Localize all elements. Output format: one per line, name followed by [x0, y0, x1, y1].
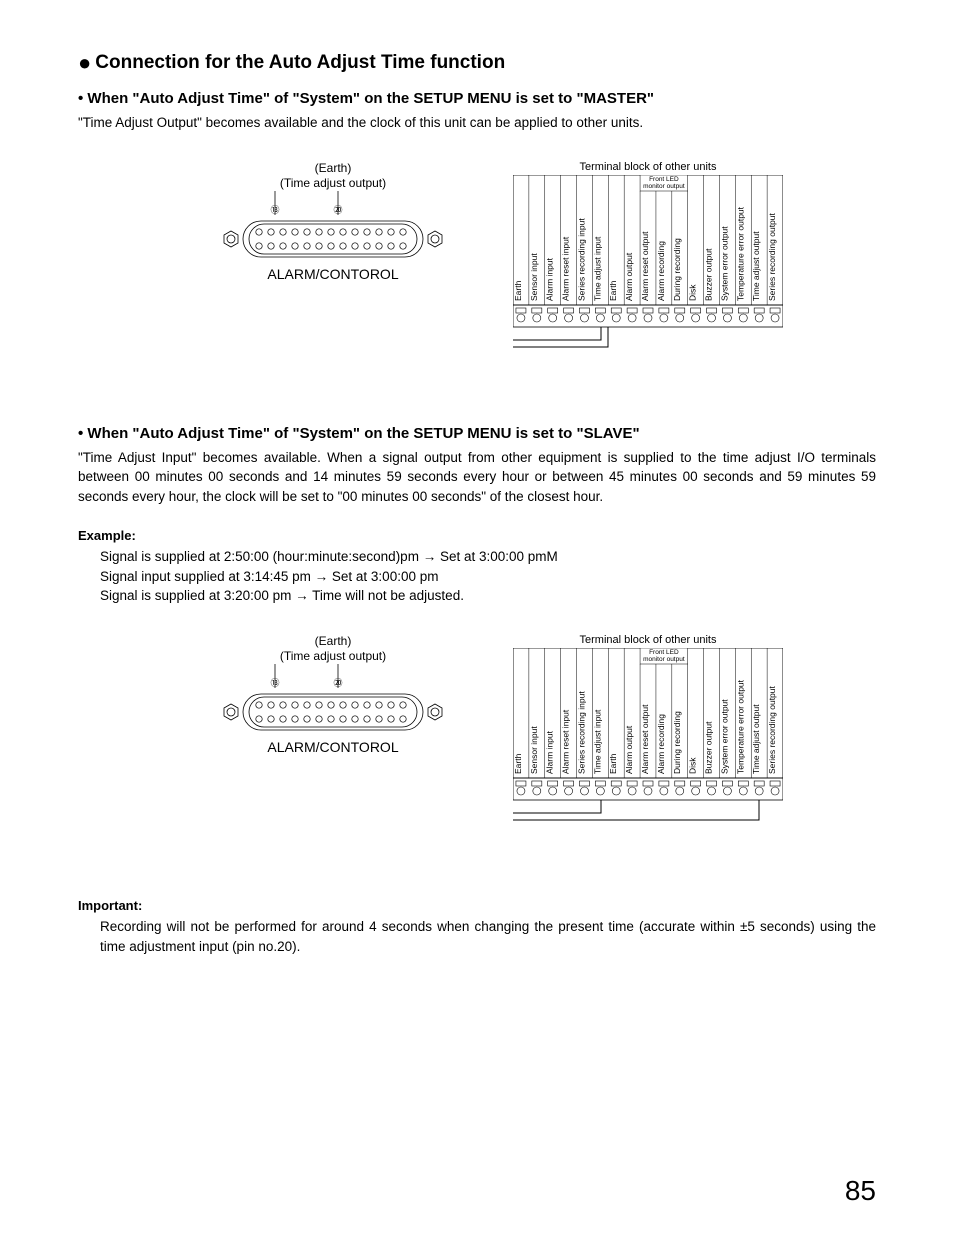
- svg-text:During recording: During recording: [672, 237, 682, 300]
- example-line3: Signal is supplied at 3:20:00 pm → Time …: [100, 586, 876, 606]
- svg-text:Buzzer output: Buzzer output: [704, 721, 714, 774]
- alarm-control-block-2: (Earth) (Time adjust output) ⑬ ⑳ ALARM/C…: [223, 634, 443, 848]
- svg-text:Alarm reset input: Alarm reset input: [561, 236, 571, 301]
- svg-text:Series recording input: Series recording input: [576, 217, 586, 300]
- example-line1: Signal is supplied at 2:50:00 (hour:minu…: [100, 547, 876, 567]
- pin-13: ⑬: [270, 205, 279, 215]
- svg-text:Earth: Earth: [513, 280, 523, 301]
- svg-text:Alarm input: Alarm input: [545, 730, 555, 774]
- svg-text:Time adjust output: Time adjust output: [751, 704, 761, 774]
- earth-label-2: (Earth): [223, 634, 443, 648]
- slave-body: "Time Adjust Input" becomes available. W…: [78, 448, 876, 507]
- terminal-block-svg-2: Front LEDmonitor output Earth Sensor input…: [513, 648, 783, 848]
- svg-text:Front LED: Front LED: [649, 649, 679, 656]
- terminal-holes: [256, 228, 406, 248]
- master-heading: • When "Auto Adjust Time" of "System" on…: [78, 90, 876, 107]
- svg-text:Earth: Earth: [608, 753, 618, 774]
- hex-screw-left: [224, 231, 238, 247]
- svg-text:Disk: Disk: [688, 757, 698, 774]
- section-title-text: Connection for the Auto Adjust Time func…: [95, 52, 505, 73]
- svg-text:System error output: System error output: [719, 699, 729, 774]
- slave-heading: • When "Auto Adjust Time" of "System" on…: [78, 425, 876, 442]
- svg-text:monitor output: monitor output: [643, 656, 685, 663]
- svg-text:Temperature error output: Temperature error output: [735, 679, 745, 774]
- svg-text:Front LED: Front LED: [649, 176, 679, 183]
- alarm-control-label: ALARM/CONTOROL: [223, 266, 443, 282]
- important-body: Recording will not be performed for arou…: [100, 917, 876, 956]
- svg-text:⑬: ⑬: [270, 678, 279, 688]
- master-body: "Time Adjust Output" becomes available a…: [78, 113, 876, 133]
- svg-text:Time adjust output: Time adjust output: [751, 230, 761, 300]
- svg-text:Series recording output: Series recording output: [767, 212, 777, 301]
- svg-text:Alarm recording: Alarm recording: [656, 240, 666, 300]
- svg-text:During recording: During recording: [672, 711, 682, 774]
- svg-text:⑳: ⑳: [333, 678, 342, 688]
- svg-text:Alarm reset input: Alarm reset input: [561, 709, 571, 774]
- example-body: Signal is supplied at 2:50:00 (hour:minu…: [100, 547, 876, 606]
- svg-text:Time adjust input: Time adjust input: [592, 236, 602, 301]
- svg-text:Sensor input: Sensor input: [529, 726, 539, 774]
- page-number: 85: [845, 1175, 876, 1207]
- svg-text:Alarm output: Alarm output: [624, 252, 634, 301]
- alarm-terminal-svg: ⑬ ⑳: [223, 191, 443, 263]
- diagram-slave: (Earth) (Time adjust output) ⑬ ⑳ ALARM/C…: [223, 634, 876, 848]
- svg-text:Series recording output: Series recording output: [767, 685, 777, 774]
- hex-screw-right: [428, 231, 442, 247]
- alarm-control-label-2: ALARM/CONTOROL: [223, 739, 443, 755]
- diagram-master: (Earth) (Time adjust output) ⑬ ⑳ ALARM/C…: [223, 161, 876, 375]
- svg-text:Sensor input: Sensor input: [529, 252, 539, 300]
- svg-text:Alarm reset output: Alarm reset output: [640, 704, 650, 774]
- svg-text:Disk: Disk: [688, 283, 698, 300]
- terminal-block: Terminal block of other units Front LEDm…: [513, 161, 783, 375]
- svg-text:Earth: Earth: [608, 280, 618, 301]
- svg-text:Alarm input: Alarm input: [545, 257, 555, 301]
- svg-text:Buzzer output: Buzzer output: [704, 247, 714, 300]
- section-title: ●Connection for the Auto Adjust Time fun…: [78, 50, 876, 76]
- svg-text:System error output: System error output: [719, 225, 729, 300]
- svg-text:Temperature error output: Temperature error output: [735, 206, 745, 301]
- important-label: Important:: [78, 898, 876, 913]
- svg-text:monitor output: monitor output: [643, 183, 685, 190]
- terminal-block-2: Terminal block of other units Front LEDm…: [513, 634, 783, 848]
- bullet-icon: ●: [78, 50, 91, 75]
- svg-text:Alarm reset output: Alarm reset output: [640, 230, 650, 300]
- example-label: Example:: [78, 528, 876, 543]
- example-line2: Signal input supplied at 3:14:45 pm → Se…: [100, 567, 876, 587]
- terminal-block-svg: Front LEDmonitor output Earth Sensor input…: [513, 175, 783, 375]
- svg-text:Alarm recording: Alarm recording: [656, 714, 666, 774]
- earth-label: (Earth): [223, 161, 443, 175]
- alarm-control-block: (Earth) (Time adjust output) ⑬ ⑳ ALARM/C…: [223, 161, 443, 375]
- svg-text:Series recording input: Series recording input: [576, 691, 586, 774]
- svg-text:Earth: Earth: [513, 753, 523, 774]
- alarm-terminal-svg-2: ⑬ ⑳: [223, 664, 443, 736]
- svg-text:Alarm output: Alarm output: [624, 725, 634, 774]
- time-adjust-label-2: (Time adjust output): [223, 649, 443, 663]
- terminal-block-header-2: Terminal block of other units: [513, 634, 783, 646]
- terminal-block-header: Terminal block of other units: [513, 161, 783, 173]
- time-adjust-label: (Time adjust output): [223, 176, 443, 190]
- pin-20: ⑳: [333, 205, 342, 215]
- svg-text:Time adjust input: Time adjust input: [592, 709, 602, 774]
